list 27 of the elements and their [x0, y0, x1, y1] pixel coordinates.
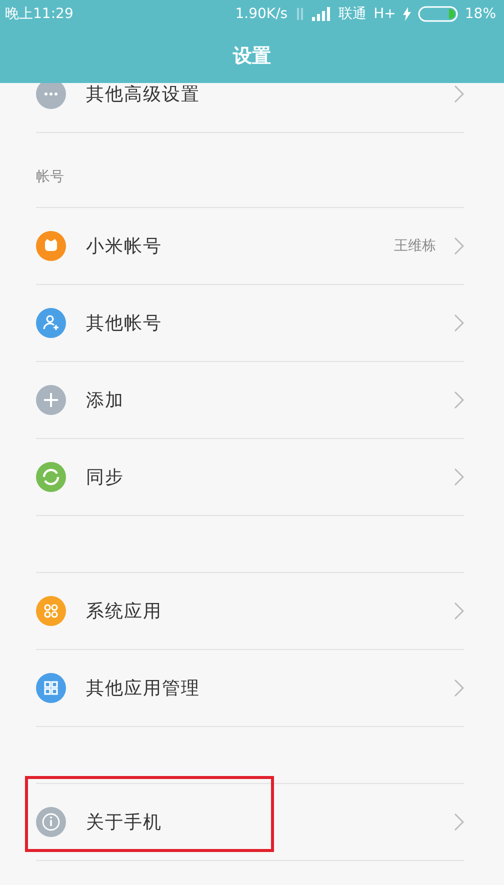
network-speed: 1.90K/s	[235, 6, 288, 22]
network-type: H+	[374, 6, 396, 22]
data-arrows-icon	[294, 6, 305, 22]
status-time: 晚上11:29	[5, 5, 74, 23]
account-name: 王维栋	[394, 237, 436, 255]
chevron-icon[interactable]	[454, 85, 464, 103]
chevron-icon[interactable]	[454, 679, 464, 697]
setting-label[interactable]: 其他应用管理	[86, 676, 200, 700]
battery-percent: 18%	[464, 6, 496, 22]
chevron-icon[interactable]	[454, 314, 464, 332]
chevron-icon[interactable]	[454, 391, 464, 409]
setting-label[interactable]: 小米帐号	[86, 234, 162, 258]
setting-label[interactable]: 添加	[86, 388, 124, 412]
carrier-name: 联通	[338, 5, 367, 23]
setting-label[interactable]: 同步	[86, 465, 124, 489]
chevron-icon[interactable]	[454, 468, 464, 486]
chevron-icon[interactable]	[454, 602, 464, 620]
battery-icon	[418, 6, 458, 22]
chevron-icon[interactable]	[454, 813, 464, 831]
setting-label[interactable]: 其他帐号	[86, 311, 162, 335]
section-header: 帐号	[36, 169, 64, 185]
signal-icon	[312, 7, 332, 21]
chevron-icon[interactable]	[454, 237, 464, 255]
setting-label[interactable]: 系统应用	[86, 599, 162, 623]
page-title: 设置	[232, 44, 272, 68]
setting-label[interactable]: 其他高级设置	[86, 83, 200, 106]
setting-label[interactable]: 关于手机	[86, 810, 162, 834]
